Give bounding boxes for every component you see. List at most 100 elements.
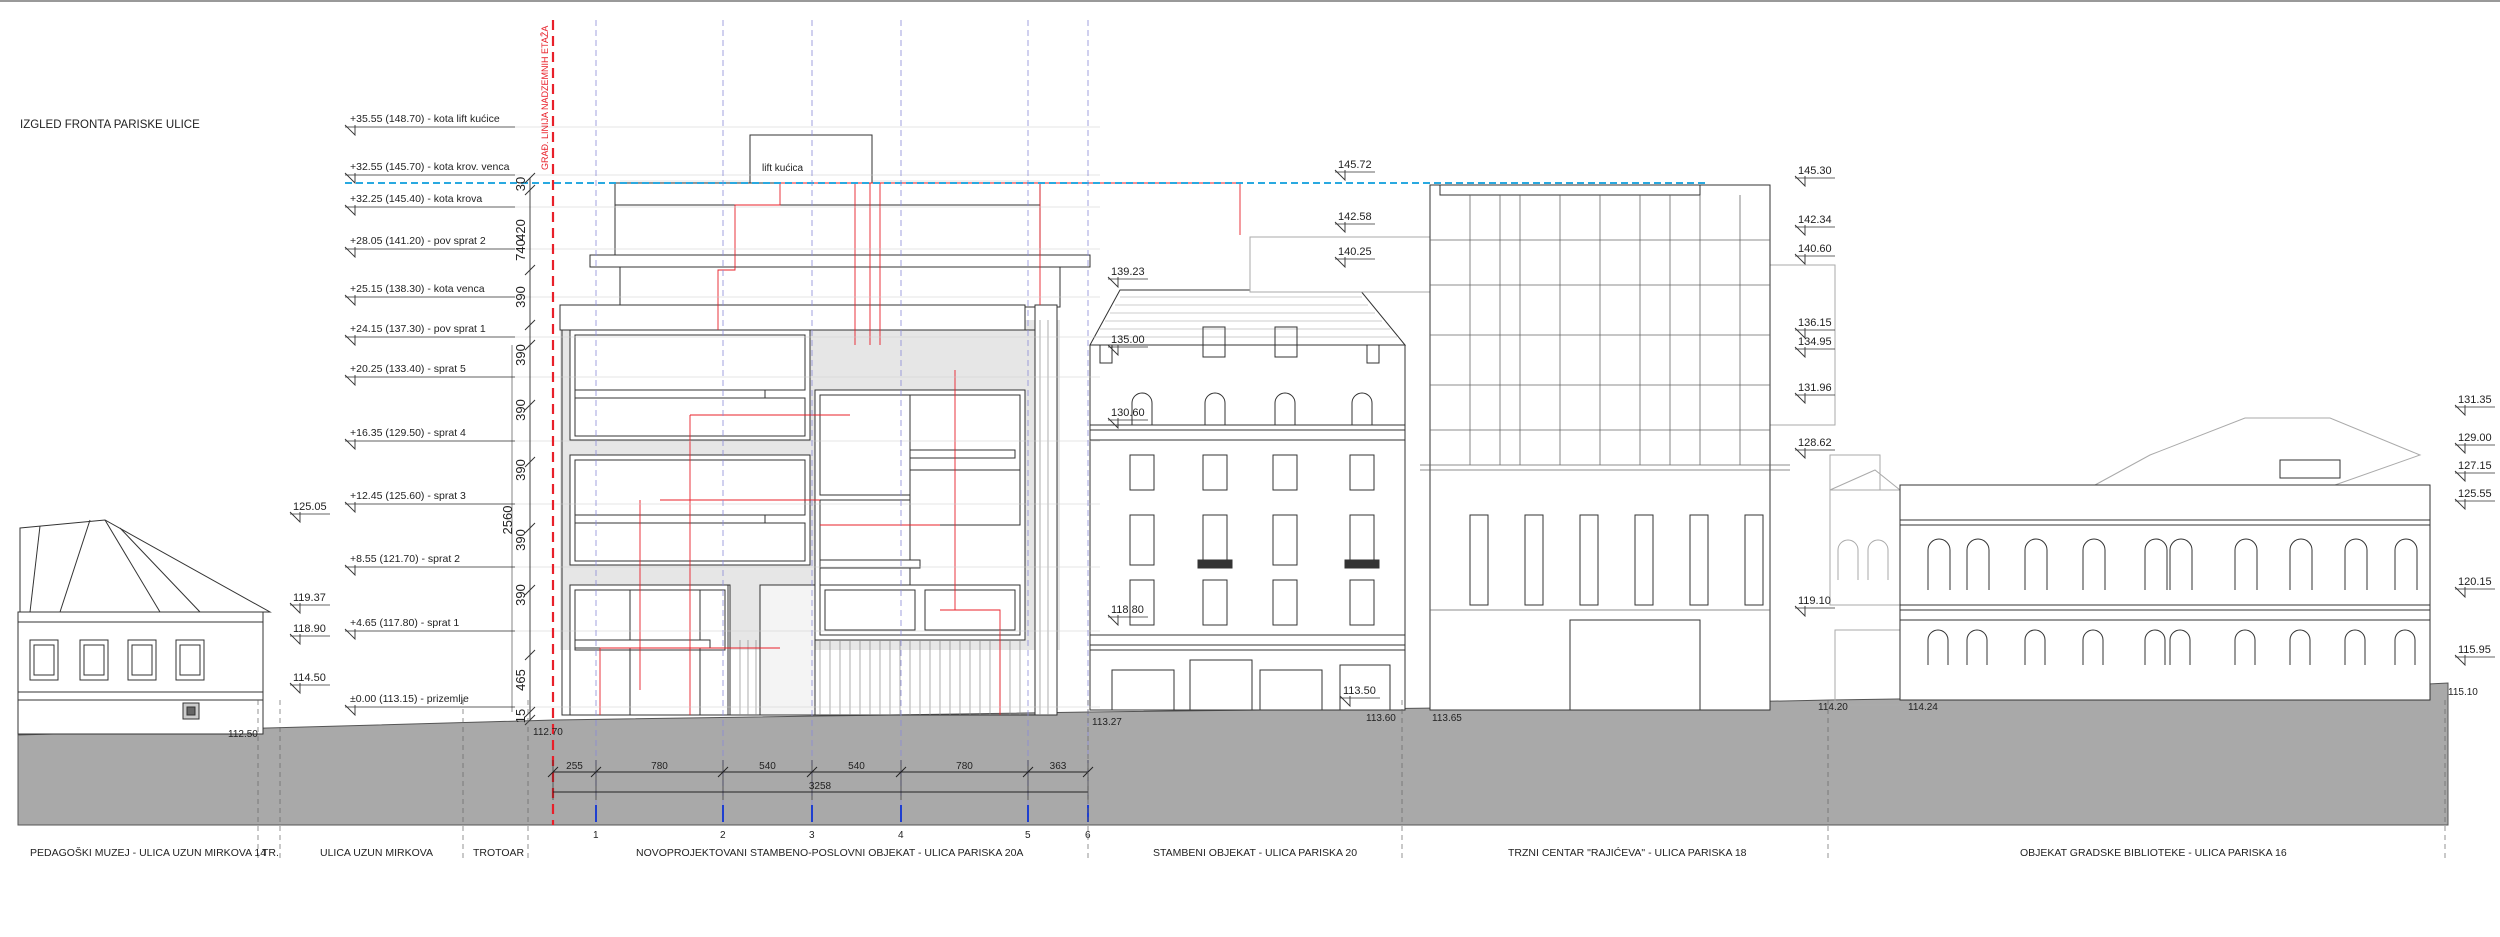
level-label: +8.55 (121.70) - sprat 2 bbox=[350, 553, 460, 565]
elevation-value: 118.90 bbox=[293, 623, 326, 635]
elevation-marker-icon bbox=[1794, 253, 1806, 266]
level-label: +16.35 (129.50) - sprat 4 bbox=[350, 427, 466, 439]
elevation-marker-icon bbox=[289, 511, 301, 524]
elevation-marker-icon bbox=[2454, 654, 2466, 667]
elevation-marker-icon bbox=[289, 602, 301, 615]
elevation-value: 129.00 bbox=[2458, 432, 2492, 444]
hdim-value: 540 bbox=[759, 761, 776, 772]
elevation-marker-icon bbox=[1794, 605, 1806, 618]
gradska-biblioteka-building bbox=[1829, 417, 2431, 706]
level-marker-icon bbox=[344, 246, 356, 259]
vdim-value: 740 bbox=[513, 239, 528, 261]
elevation-value: 119.37 bbox=[293, 592, 326, 604]
level-label: +25.15 (138.30) - kota venca bbox=[350, 283, 485, 295]
level-marker-icon bbox=[344, 124, 356, 137]
level-marker-icon bbox=[344, 294, 356, 307]
elevation-marker-icon bbox=[1794, 224, 1806, 237]
hdim-value: 255 bbox=[566, 761, 583, 772]
elevation-value: 125.55 bbox=[2458, 488, 2492, 500]
level-label: +4.65 (117.80) - sprat 1 bbox=[350, 617, 459, 629]
vdim-value: 15 bbox=[513, 709, 528, 723]
footer-label: TR. bbox=[262, 847, 279, 859]
hdim-value: 540 bbox=[848, 761, 865, 772]
pedagoski-muzej-building bbox=[17, 519, 272, 735]
elevation-value: 136.15 bbox=[1798, 317, 1832, 329]
level-marker-icon bbox=[344, 628, 356, 641]
axis-number: 1 bbox=[593, 830, 599, 841]
elevation-value: 125.05 bbox=[293, 501, 327, 513]
elevation-value: 131.96 bbox=[1798, 382, 1832, 394]
elevation-marker-icon bbox=[1794, 447, 1806, 460]
elevation-marker-icon bbox=[2454, 586, 2466, 599]
axis-number: 5 bbox=[1025, 830, 1031, 841]
level-label: +32.55 (145.70) - kota krov. venca bbox=[350, 161, 510, 173]
level-marker-icon bbox=[344, 334, 356, 347]
vdim-value: 390 bbox=[513, 399, 528, 421]
elevation-marker-icon bbox=[289, 682, 301, 695]
hdim-value: 780 bbox=[956, 761, 973, 772]
hdim-total: 3258 bbox=[809, 781, 832, 792]
elevation-marker-icon bbox=[289, 633, 301, 646]
elevation-marker-icon bbox=[1334, 169, 1346, 182]
elevation-value: 127.15 bbox=[2458, 460, 2492, 472]
elevation-value: 135.00 bbox=[1111, 334, 1145, 346]
elevation-marker-icon bbox=[1794, 175, 1806, 188]
ground-level-mark: 113.60 bbox=[1366, 713, 1396, 724]
elevation-marker-icon bbox=[1794, 392, 1806, 405]
elevation-marker-icon bbox=[1107, 276, 1119, 289]
drawing-title: IZGLED FRONTA PARISKE ULICE bbox=[20, 119, 200, 131]
elevation-marker-icon bbox=[2454, 404, 2466, 417]
elevation-value: 131.35 bbox=[2458, 394, 2492, 406]
elevation-value: 120.15 bbox=[2458, 576, 2492, 588]
new-project-building: lift kućica bbox=[559, 134, 1091, 716]
ground-level-mark: 113.65 bbox=[1432, 713, 1462, 724]
elevation-value: 128.62 bbox=[1798, 437, 1832, 449]
elevation-marker-icon bbox=[2454, 470, 2466, 483]
level-marker-icon bbox=[344, 172, 356, 185]
level-marker-icon bbox=[344, 374, 356, 387]
hdim-value: 363 bbox=[1050, 761, 1067, 772]
hdim-value: 780 bbox=[651, 761, 668, 772]
axis-number: 2 bbox=[720, 830, 726, 841]
ground-level-mark: 115.10 bbox=[2448, 687, 2478, 698]
elevation-value: 140.60 bbox=[1798, 243, 1832, 255]
axis-number: 3 bbox=[809, 830, 815, 841]
level-label: +20.25 (133.40) - sprat 5 bbox=[350, 363, 466, 375]
level-marker-icon bbox=[344, 501, 356, 514]
vdim-value: 30 bbox=[513, 177, 528, 191]
footer-label: ULICA UZUN MIRKOVA bbox=[320, 847, 433, 859]
level-marker-icon bbox=[344, 204, 356, 217]
footer-label: OBJEKAT GRADSKE BIBLIOTEKE - ULICA PARIS… bbox=[2020, 847, 2287, 859]
elevation-marker-icon bbox=[2454, 498, 2466, 511]
level-label: ±0.00 (113.15) - prizemlje bbox=[350, 693, 469, 705]
elevation-value: 130.60 bbox=[1111, 407, 1145, 419]
elevation-value: 145.72 bbox=[1338, 159, 1372, 171]
elevation-marker-icon bbox=[1334, 221, 1346, 234]
elevation-value: 118.80 bbox=[1111, 604, 1144, 616]
footer-label: TROTOAR bbox=[473, 847, 525, 859]
elevation-value: 113.50 bbox=[1343, 685, 1376, 697]
vdim-value: 390 bbox=[513, 286, 528, 308]
level-marker-icon bbox=[344, 438, 356, 451]
elevation-value: 114.50 bbox=[293, 672, 326, 684]
vdim-value: 390 bbox=[513, 529, 528, 551]
elevation-value: 145.30 bbox=[1798, 165, 1832, 177]
footer-label: TRZNI CENTAR "RAJIĆEVA" - ULICA PARISKA … bbox=[1508, 846, 1747, 859]
axis-number: 4 bbox=[898, 830, 904, 841]
elevation-value: 134.95 bbox=[1798, 336, 1832, 348]
ground-level-mark: 112.50 bbox=[228, 729, 258, 740]
footer-label: STAMBENI OBJEKAT - ULICA PARISKA 20 bbox=[1153, 847, 1357, 859]
level-label: +32.25 (145.40) - kota krova bbox=[350, 193, 482, 205]
lift-label: lift kućica bbox=[762, 163, 804, 174]
vdim-value: 465 bbox=[513, 669, 528, 691]
elevation-marker-icon bbox=[1794, 346, 1806, 359]
elevation-value: 115.95 bbox=[2458, 644, 2491, 656]
elevation-value: 142.58 bbox=[1338, 211, 1372, 223]
level-label: +12.45 (125.60) - sprat 3 bbox=[350, 490, 466, 502]
building-line-label: GRAĐ. LINIJA NADZEMNIH ETAŽA bbox=[540, 26, 550, 170]
ground-level-mark: 114.20 bbox=[1818, 702, 1848, 713]
vdim-value: 390 bbox=[513, 344, 528, 366]
ground-level-mark: 113.27 bbox=[1092, 717, 1122, 728]
elevation-marker-icon bbox=[2454, 442, 2466, 455]
footer-label: PEDAGOŠKI MUZEJ - ULICA UZUN MIRKOVA 14 bbox=[30, 846, 266, 859]
